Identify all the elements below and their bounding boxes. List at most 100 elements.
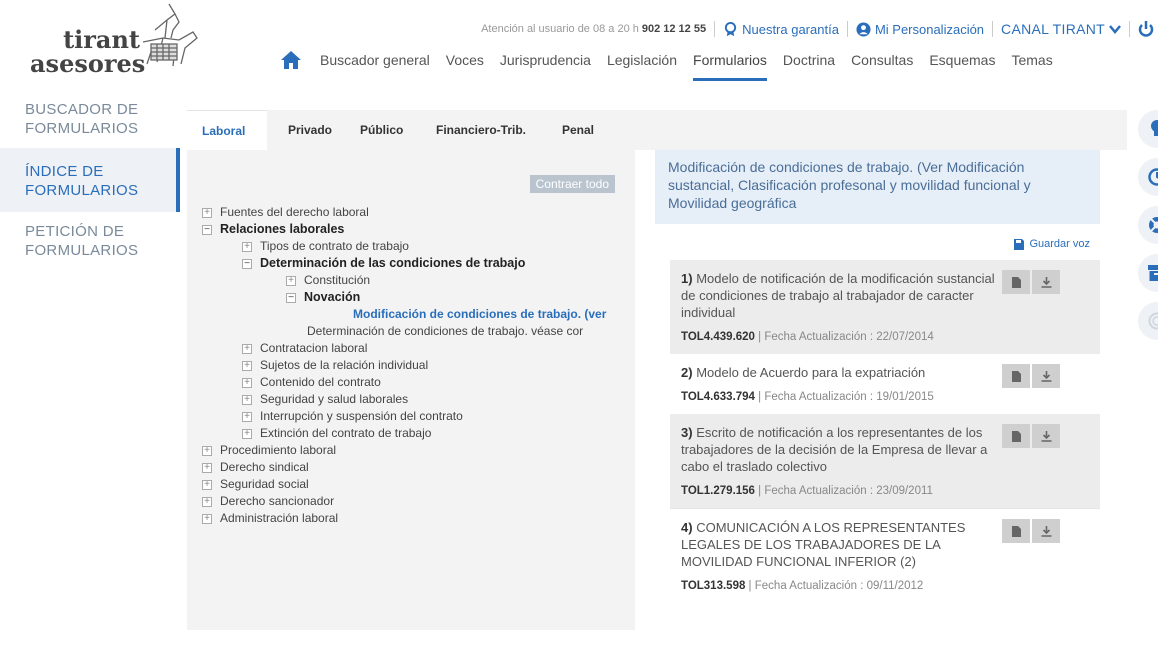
tree-node[interactable]: + Sujetos de la relación individual — [202, 357, 627, 374]
clock-icon — [1148, 168, 1158, 186]
tab-financiero-trib[interactable]: Financiero-Trib. — [421, 110, 541, 150]
power-icon[interactable] — [1138, 20, 1154, 38]
tree-node[interactable]: + Tipos de contrato de trabajo — [202, 238, 627, 255]
view-document-button[interactable] — [1002, 364, 1030, 388]
document-item[interactable]: 3) Escrito de notificación a los represe… — [670, 414, 1100, 508]
doc-actions — [1002, 270, 1060, 294]
download-button[interactable] — [1032, 424, 1060, 448]
history-button[interactable] — [1138, 158, 1158, 196]
tree-node[interactable]: − Novación — [202, 289, 627, 306]
tab-penal[interactable]: Penal — [547, 110, 609, 150]
brand-logo[interactable]: tirant asesores — [30, 3, 250, 80]
tree-leaf[interactable]: Determinación de condiciones de trabajo.… — [202, 323, 627, 340]
tree-node-label: Interrupción y suspensión del contrato — [260, 409, 463, 423]
tab-publico[interactable]: Público — [345, 110, 418, 150]
divider — [714, 21, 716, 37]
tree-node-label: Constitución — [304, 273, 371, 287]
chevron-down-icon — [1109, 25, 1121, 34]
sidebar-item-buscador[interactable]: BUSCADOR DE FORMULARIOS — [0, 90, 180, 148]
tree-node[interactable]: + Administración laboral — [202, 510, 627, 527]
download-button[interactable] — [1032, 364, 1060, 388]
expand-icon[interactable]: + — [242, 377, 252, 388]
view-document-button[interactable] — [1002, 424, 1030, 448]
settings-button[interactable] — [1138, 302, 1158, 340]
doc-title[interactable]: Escrito de notificación a los representa… — [681, 425, 987, 474]
collapse-all-button[interactable]: Contraer todo — [529, 175, 615, 193]
expand-icon[interactable]: + — [242, 411, 252, 422]
expand-icon[interactable]: + — [242, 428, 252, 439]
expand-icon[interactable]: + — [242, 241, 252, 252]
expand-icon[interactable]: + — [242, 394, 252, 405]
support-phone: 902 12 12 55 — [641, 23, 707, 35]
view-document-button[interactable] — [1002, 519, 1030, 543]
tree-node-label: Derecho sancionador — [220, 494, 335, 508]
tree-node[interactable]: + Constitución — [202, 272, 627, 289]
doc-title[interactable]: Modelo de Acuerdo para la expatriación — [696, 365, 925, 380]
doc-title[interactable]: COMUNICACIÓN A LOS REPRESENTANTES LEGALE… — [681, 520, 965, 569]
collapse-icon[interactable]: − — [286, 292, 296, 303]
doc-number: 4) — [681, 520, 693, 535]
tree-node[interactable]: − Determinación de las condiciones de tra… — [202, 255, 627, 272]
save-voice-link[interactable]: Guardar voz — [1014, 238, 1090, 250]
tree-node[interactable]: + Extinción del contrato de trabajo — [202, 425, 627, 442]
tab-laboral[interactable]: Laboral — [187, 110, 267, 150]
expand-icon[interactable]: + — [202, 462, 212, 473]
sidebar-item-peticion[interactable]: PETICIÓN DE FORMULARIOS — [0, 212, 180, 272]
expand-icon[interactable]: + — [202, 207, 212, 218]
doc-actions — [1002, 424, 1060, 448]
tree-node[interactable]: + Fuentes del derecho laboral — [202, 204, 627, 221]
expand-icon[interactable]: + — [286, 275, 296, 286]
help-button[interactable] — [1138, 206, 1158, 244]
nav-voces[interactable]: Voces — [446, 52, 484, 78]
nav-esquemas[interactable]: Esquemas — [929, 52, 995, 78]
nav-buscador-general[interactable]: Buscador general — [320, 52, 430, 78]
personalization-link[interactable]: Mi Personalización — [856, 22, 984, 37]
sidebar-item-indice[interactable]: ÍNDICE DE FORMULARIOS — [0, 148, 180, 212]
main-nav: Buscador general Voces Jurisprudencia Le… — [280, 50, 1069, 81]
download-button[interactable] — [1032, 519, 1060, 543]
tree-node[interactable]: − Relaciones laborales — [202, 221, 627, 238]
nav-temas[interactable]: Temas — [1011, 52, 1052, 78]
document-icon — [1011, 430, 1021, 442]
tree-leaf-selected[interactable]: Modificación de condiciones de trabajo. … — [202, 306, 627, 323]
guarantee-link[interactable]: Nuestra garantía — [723, 21, 839, 37]
document-item[interactable]: 4) COMUNICACIÓN A LOS REPRESENTANTES LEG… — [670, 508, 1100, 603]
expand-icon[interactable]: + — [242, 360, 252, 371]
tree-node-label: Relaciones laborales — [220, 222, 345, 236]
save-voice-label: Guardar voz — [1029, 238, 1090, 250]
expand-icon[interactable]: + — [202, 496, 212, 507]
home-icon[interactable] — [280, 50, 302, 70]
tree-node[interactable]: + Contenido del contrato — [202, 374, 627, 391]
document-item[interactable]: 2) Modelo de Acuerdo para la expatriació… — [670, 354, 1100, 414]
doc-title[interactable]: Modelo de notificación de la modificació… — [681, 271, 995, 320]
document-icon — [1011, 370, 1021, 382]
nav-formularios[interactable]: Formularios — [693, 52, 767, 81]
document-item[interactable]: 1) Modelo de notificación de la modifica… — [670, 260, 1100, 354]
collapse-icon[interactable]: − — [242, 258, 252, 269]
archive-button[interactable] — [1138, 254, 1158, 292]
expand-icon[interactable]: + — [202, 513, 212, 524]
collapse-icon[interactable]: − — [202, 224, 212, 235]
tree-node[interactable]: + Procedimiento laboral — [202, 442, 627, 459]
view-document-button[interactable] — [1002, 270, 1030, 294]
nav-legislacion[interactable]: Legislación — [607, 52, 677, 78]
index-tree-panel: Contraer todo + Fuentes del derecho labor… — [187, 150, 635, 630]
tree-node[interactable]: + Derecho sindical — [202, 459, 627, 476]
tab-privado[interactable]: Privado — [273, 110, 347, 150]
selected-voice-heading: Modificación de condiciones de trabajo. … — [655, 150, 1100, 224]
expand-icon[interactable]: + — [202, 445, 212, 456]
tree-node[interactable]: + Derecho sancionador — [202, 493, 627, 510]
tree-node[interactable]: + Interrupción y suspensión del contrato — [202, 408, 627, 425]
expand-icon[interactable]: + — [202, 479, 212, 490]
tree-node[interactable]: + Contratacion laboral — [202, 340, 627, 357]
nav-jurisprudencia[interactable]: Jurisprudencia — [500, 52, 591, 78]
download-button[interactable] — [1032, 270, 1060, 294]
area-tabs: Laboral Privado Público Financiero-Trib.… — [187, 110, 1127, 150]
expand-icon[interactable]: + — [242, 343, 252, 354]
channel-dropdown[interactable]: CANAL TIRANT — [1001, 21, 1121, 37]
nav-doctrina[interactable]: Doctrina — [783, 52, 835, 78]
lightbulb-button[interactable] — [1138, 110, 1158, 148]
tree-node[interactable]: + Seguridad y salud laborales — [202, 391, 627, 408]
tree-node[interactable]: + Seguridad social — [202, 476, 627, 493]
nav-consultas[interactable]: Consultas — [851, 52, 913, 78]
